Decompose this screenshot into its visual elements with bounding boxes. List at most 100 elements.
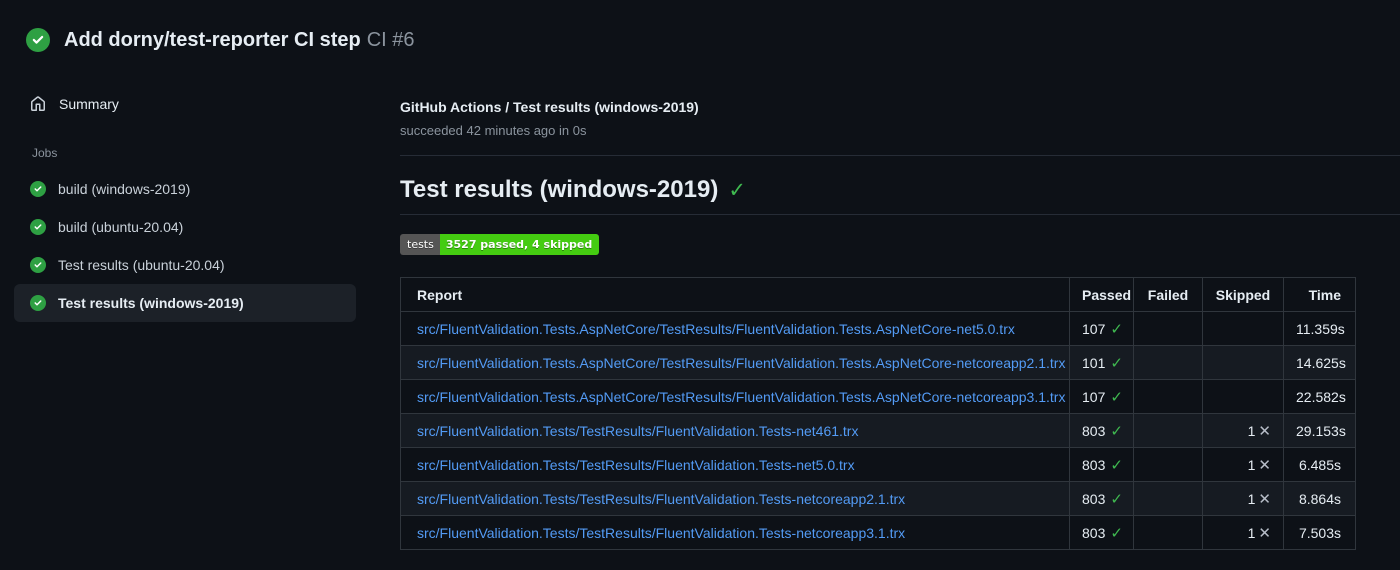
passed-check-icon: ✓ — [1110, 354, 1123, 372]
time-cell: 22.582s — [1283, 379, 1356, 414]
report-link[interactable]: src/FluentValidation.Tests/TestResults/F… — [417, 491, 905, 507]
sidebar-item-summary[interactable]: Summary — [14, 88, 370, 120]
passed-count: 803 — [1082, 422, 1106, 439]
report-cell: src/FluentValidation.Tests.AspNetCore/Te… — [400, 311, 1070, 346]
report-row: src/FluentValidation.Tests/TestResults/F… — [400, 413, 1356, 448]
column-header-failed: Failed — [1133, 277, 1203, 312]
passed-count: 803 — [1082, 490, 1106, 507]
passed-check-icon: ✓ — [1110, 388, 1123, 406]
divider — [400, 214, 1400, 215]
column-header-time: Time — [1283, 277, 1356, 312]
skipped-count: 1 — [1247, 422, 1256, 439]
report-link[interactable]: src/FluentValidation.Tests.AspNetCore/Te… — [417, 355, 1065, 371]
report-link[interactable]: src/FluentValidation.Tests/TestResults/F… — [417, 525, 905, 541]
report-cell: src/FluentValidation.Tests/TestResults/F… — [400, 413, 1070, 448]
passed-cell: 107 ✓ — [1069, 379, 1134, 414]
failed-cell — [1133, 515, 1203, 550]
report-cell: src/FluentValidation.Tests.AspNetCore/Te… — [400, 379, 1070, 414]
job-success-icon — [30, 181, 46, 197]
skipped-count: 1 — [1247, 490, 1256, 507]
failed-cell — [1133, 345, 1203, 380]
skipped-cell — [1202, 379, 1284, 414]
skipped-x-icon: ✕ — [1258, 490, 1271, 508]
passed-cell: 803 ✓ — [1069, 447, 1134, 482]
failed-cell — [1133, 481, 1203, 516]
run-success-icon — [26, 28, 50, 52]
check-run-breadcrumb: GitHub Actions / Test results (windows-2… — [400, 99, 699, 115]
job-success-icon — [30, 257, 46, 273]
column-header-skipped: Skipped — [1202, 277, 1284, 312]
tests-badge-label: tests — [400, 234, 440, 255]
passed-check-icon: ✓ — [1110, 524, 1123, 542]
failed-cell — [1133, 311, 1203, 346]
report-cell: src/FluentValidation.Tests/TestResults/F… — [400, 481, 1070, 516]
run-title: Add dorny/test-reporter CI step — [64, 29, 361, 51]
skipped-cell: 1 ✕ — [1202, 481, 1284, 516]
run-header: Add dorny/test-reporter CI step CI #6 — [0, 0, 1400, 54]
skipped-x-icon: ✕ — [1258, 456, 1271, 474]
report-row: src/FluentValidation.Tests.AspNetCore/Te… — [400, 345, 1356, 380]
report-row: src/FluentValidation.Tests/TestResults/F… — [400, 447, 1356, 482]
passed-check-icon: ✓ — [1110, 456, 1123, 474]
divider — [400, 155, 1400, 156]
time-cell: 6.485s — [1283, 447, 1356, 482]
run-title-line: Add dorny/test-reporter CI step CI #6 — [64, 26, 415, 54]
jobs-section-label: Jobs — [32, 146, 58, 160]
skipped-cell — [1202, 311, 1284, 346]
failed-cell — [1133, 379, 1203, 414]
test-results-table: Report Passed Failed Skipped Time src/Fluent… — [400, 277, 1356, 550]
report-row: src/FluentValidation.Tests/TestResults/F… — [400, 481, 1356, 516]
report-link[interactable]: src/FluentValidation.Tests/TestResults/F… — [417, 423, 858, 439]
time-cell: 8.864s — [1283, 481, 1356, 516]
failed-cell — [1133, 447, 1203, 482]
failed-cell — [1133, 413, 1203, 448]
jobs-list: build (windows-2019) build (ubuntu-20.04)… — [0, 170, 370, 322]
run-layout: Summary Jobs build (windows-2019) build (… — [0, 88, 1400, 550]
sidebar-job-item[interactable]: build (ubuntu-20.04) — [14, 208, 356, 246]
skipped-cell: 1 ✕ — [1202, 515, 1284, 550]
check-run-status-line: succeeded 42 minutes ago in 0s — [400, 123, 587, 138]
job-success-icon — [30, 219, 46, 235]
workflow-run-page: Add dorny/test-reporter CI step CI #6 Sum… — [0, 0, 1400, 570]
passed-cell: 803 ✓ — [1069, 413, 1134, 448]
sidebar-job-item[interactable]: Test results (windows-2019) — [14, 284, 356, 322]
check-run-title: Test results (windows-2019) — [400, 176, 719, 203]
skipped-cell — [1202, 345, 1284, 380]
report-row: src/FluentValidation.Tests.AspNetCore/Te… — [400, 379, 1356, 414]
check-run-panel: GitHub Actions / Test results (windows-2… — [370, 88, 1400, 550]
run-number: CI #6 — [366, 29, 415, 51]
time-cell: 29.153s — [1283, 413, 1356, 448]
skipped-count: 1 — [1247, 524, 1256, 541]
time-cell: 7.503s — [1283, 515, 1356, 550]
skipped-cell: 1 ✕ — [1202, 447, 1284, 482]
skipped-x-icon: ✕ — [1258, 524, 1271, 542]
job-success-icon — [30, 295, 46, 311]
column-header-passed: Passed — [1069, 277, 1134, 312]
sidebar-summary-label: Summary — [59, 96, 119, 112]
tests-badge[interactable]: tests 3527 passed, 4 skipped — [400, 234, 600, 255]
passed-check-icon: ✓ — [1110, 422, 1123, 440]
report-link[interactable]: src/FluentValidation.Tests.AspNetCore/Te… — [417, 389, 1065, 405]
job-label: Test results (ubuntu-20.04) — [58, 257, 225, 273]
report-row: src/FluentValidation.Tests.AspNetCore/Te… — [400, 311, 1356, 346]
passed-cell: 803 ✓ — [1069, 515, 1134, 550]
passed-count: 803 — [1082, 456, 1106, 473]
column-header-report: Report — [400, 277, 1070, 312]
passed-count: 107 — [1082, 388, 1106, 405]
report-link[interactable]: src/FluentValidation.Tests.AspNetCore/Te… — [417, 321, 1015, 337]
passed-count: 101 — [1082, 354, 1106, 371]
report-link[interactable]: src/FluentValidation.Tests/TestResults/F… — [417, 457, 855, 473]
jobs-sidebar: Summary Jobs build (windows-2019) build (… — [0, 88, 370, 322]
time-cell: 14.625s — [1283, 345, 1356, 380]
passed-count: 803 — [1082, 524, 1106, 541]
passed-cell: 107 ✓ — [1069, 311, 1134, 346]
heading-check-icon: ✓ — [728, 178, 746, 202]
report-cell: src/FluentValidation.Tests.AspNetCore/Te… — [400, 345, 1070, 380]
sidebar-job-item[interactable]: Test results (ubuntu-20.04) — [14, 246, 356, 284]
skipped-x-icon: ✕ — [1258, 422, 1271, 440]
job-label: Test results (windows-2019) — [58, 295, 244, 311]
home-icon — [30, 96, 46, 112]
passed-cell: 803 ✓ — [1069, 481, 1134, 516]
sidebar-job-item[interactable]: build (windows-2019) — [14, 170, 356, 208]
passed-cell: 101 ✓ — [1069, 345, 1134, 380]
